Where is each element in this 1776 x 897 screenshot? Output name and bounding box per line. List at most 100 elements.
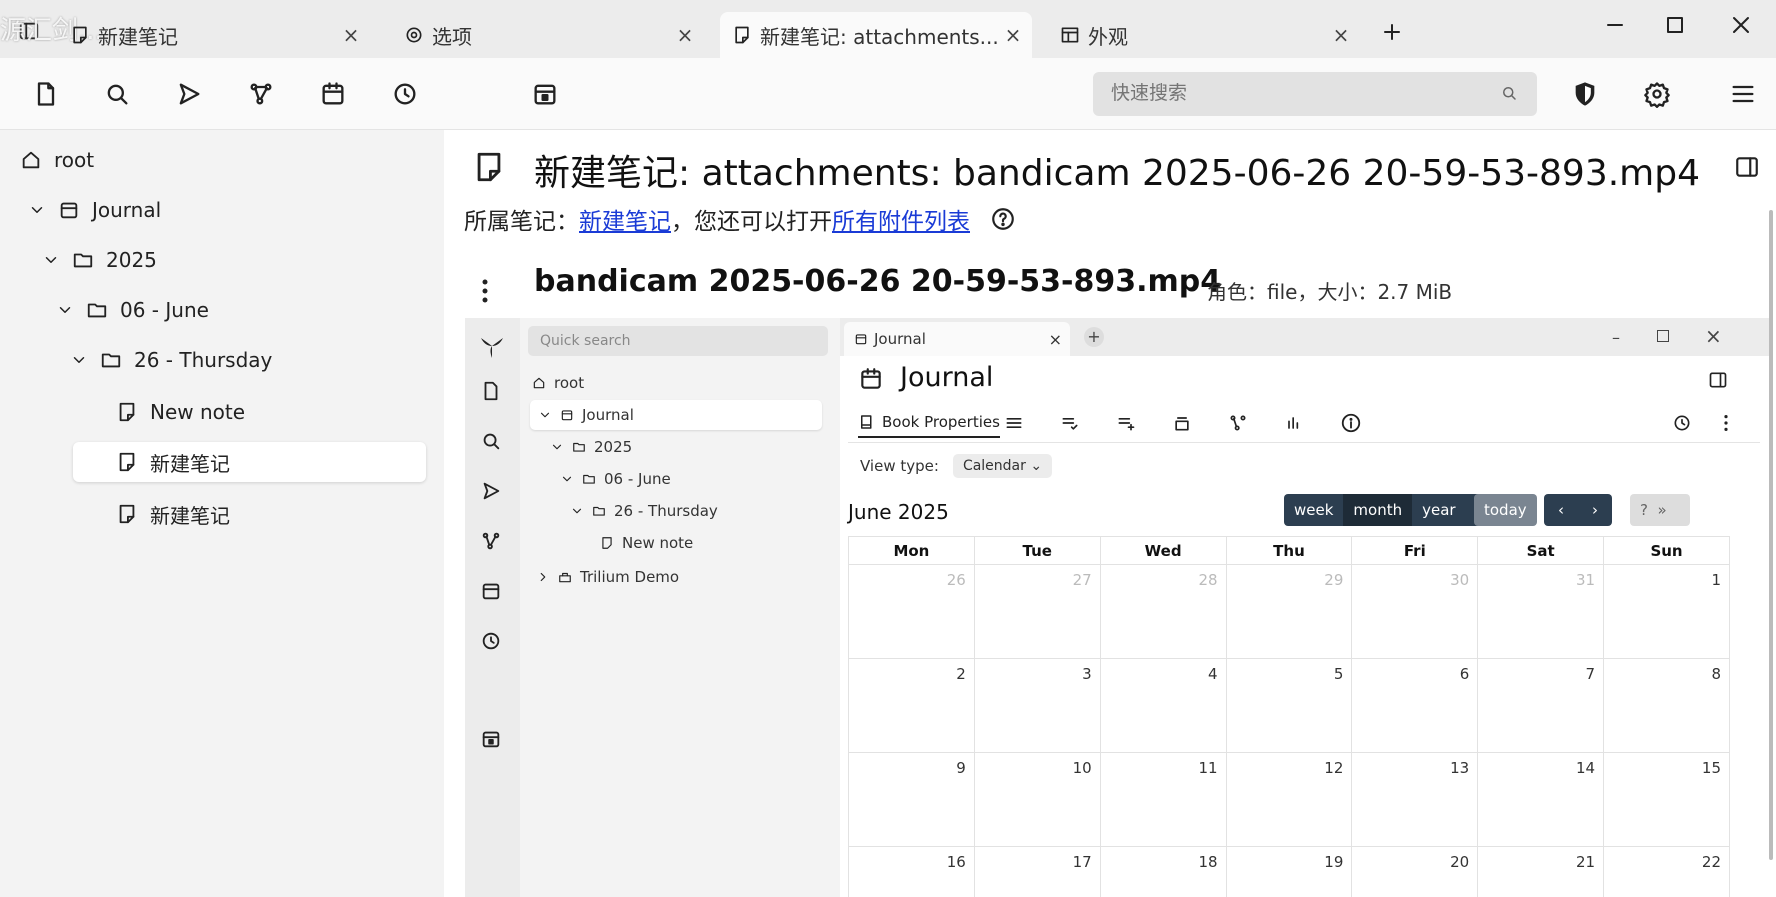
chevron-down-icon[interactable] [56,301,74,319]
send-icon[interactable] [175,80,203,108]
calendar-day-cell: 8 [1603,658,1730,753]
calendar-day-cell: 20 [1351,846,1479,897]
owner-prefix: 所属笔记： [464,209,579,235]
list-add-icon [1118,418,1135,431]
video-tree-label: 2025 [594,438,633,456]
video-tree-label: Journal [582,406,634,424]
video-tree-label: 06 - June [604,470,671,488]
close-icon: × [1048,329,1062,349]
quick-search-input[interactable] [1093,72,1537,116]
chevron-down-icon[interactable] [70,351,88,369]
calendar-day-cell: 26 [848,564,975,659]
graph-icon[interactable] [247,80,275,108]
title-bar: 源汇剑... 新建笔记 × 选项 × 新建笔记: attachments... … [0,0,1776,58]
tree-item-label: Journal [92,198,162,222]
tree-item-note[interactable]: 新建笔记 [116,494,230,534]
help-icon[interactable] [990,206,1016,232]
history-icon [480,630,502,652]
tab-label: 新建笔记: attachments... [760,24,999,49]
tree-item-label: 新建笔记 [150,503,230,528]
shield-icon[interactable] [1571,80,1599,108]
bar-chart-icon [1288,417,1299,429]
chevron-down-icon[interactable] [42,251,60,269]
graph-icon [1230,415,1246,431]
search-button[interactable] [103,80,131,108]
tab-attachments[interactable]: 新建笔记: attachments... × [720,12,1032,58]
gear-icon[interactable] [1643,80,1671,108]
hamburger-menu-icon[interactable] [1729,80,1757,108]
chevron-down-icon[interactable] [28,201,46,219]
tab-new-note[interactable]: 新建笔记 × [70,12,370,58]
close-icon[interactable]: × [674,24,696,46]
search-icon [480,430,502,452]
calendar-day-cell: 27 [973,564,1101,659]
video-launcher-bar [465,318,520,897]
tree-item-new-note[interactable]: New note [116,392,245,432]
video-tree-new-note: New note [600,528,693,558]
calendar-weekday-row: Mon Tue Wed Thu Fri Sat Sun [848,536,1730,565]
tree-item-label: 2025 [106,248,157,272]
list-check-icon [1062,418,1078,430]
tree-item-thursday[interactable]: 26 - Thursday [70,340,272,380]
close-icon[interactable]: × [1002,24,1024,46]
calendar-today-button: today [1474,494,1537,526]
calendar-day-cell: 21 [1477,846,1605,897]
home-icon [22,151,40,169]
close-icon: × [1705,324,1722,348]
folder-icon [101,353,121,368]
tab-options[interactable]: 选项 × [404,12,704,58]
history-icon [1674,415,1690,431]
owner-note-link[interactable]: 新建笔记 [579,202,671,236]
calendar-nav-buttons: ‹ › [1544,494,1612,526]
video-ribbon-book-properties: Book Properties [858,408,1000,438]
chevron-right-icon: › [1578,494,1612,526]
new-tab-button[interactable] [1380,20,1404,44]
maximize-window-btn-real[interactable] [1660,10,1690,40]
graph-icon [480,530,502,552]
video-player[interactable]: Quick search root Journal 2025 06 - June [465,318,1769,897]
weekday-header: Sun [1603,536,1730,565]
calendar-day-cell: 4 [1099,658,1227,753]
close-icon[interactable]: × [340,24,362,46]
folder-icon [73,253,93,268]
note-icon [119,402,135,422]
tree-item-label: root [54,148,95,172]
note-content: 新建笔记: attachments: bandicam 2025-06-26 2… [444,130,1776,897]
calendar-grid: Mon Tue Wed Thu Fri Sat Sun 26 27 28 29 30 31 1 2 3 4 5 6… [848,536,1730,897]
search-icon [1500,84,1518,102]
calendar-year-button: year [1412,494,1466,526]
all-attachments-link[interactable]: 所有附件列表 [832,202,970,236]
maximize-icon [1657,330,1669,342]
tree-item-label: 新建笔记 [150,451,230,476]
video-tree-label: root [554,374,585,392]
video-main-pane: Journal × + – × Journal Book Properties [840,318,1769,897]
tree-item-2025[interactable]: 2025 [42,240,157,280]
owner-line: 所属笔记： 新建笔记 ，您还可以打开 所有附件列表 [464,202,1016,236]
today-note-icon[interactable] [531,80,559,108]
history-icon[interactable] [391,80,419,108]
tree-item-journal[interactable]: Journal [28,190,161,230]
scrollbar[interactable] [1769,210,1773,860]
close-window-button[interactable] [1726,10,1756,40]
tree-item-june[interactable]: 06 - June [56,290,209,330]
note-icon[interactable] [472,150,506,184]
tree-item-root[interactable]: root [20,140,94,180]
close-icon[interactable]: × [1330,24,1352,46]
minimize-window-button[interactable] [1600,10,1630,40]
note-icon [119,504,135,524]
tree-item-label: 26 - Thursday [134,348,273,372]
calendar-day-cell: 6 [1351,658,1479,753]
calendar-icon[interactable] [319,80,347,108]
more-options-icon[interactable] [480,278,490,304]
window-controls [1560,0,1776,58]
tab-appearance[interactable]: 外观 × [1060,12,1360,58]
calendar-day-cell: 17 [973,846,1101,897]
new-note-button[interactable] [32,80,60,108]
video-view-type: View type: Calendar ⌄ [860,454,1053,478]
video-tree-label: 26 - Thursday [614,502,718,520]
split-pane-icon[interactable] [1734,154,1760,180]
note-title[interactable]: 新建笔记: attachments: bandicam 2025-06-26 2… [534,144,1700,196]
tree-item-selected-note[interactable]: 新建笔记 [73,442,426,482]
plus-icon: + [1084,327,1104,347]
tab-label: 选项 [432,24,472,49]
